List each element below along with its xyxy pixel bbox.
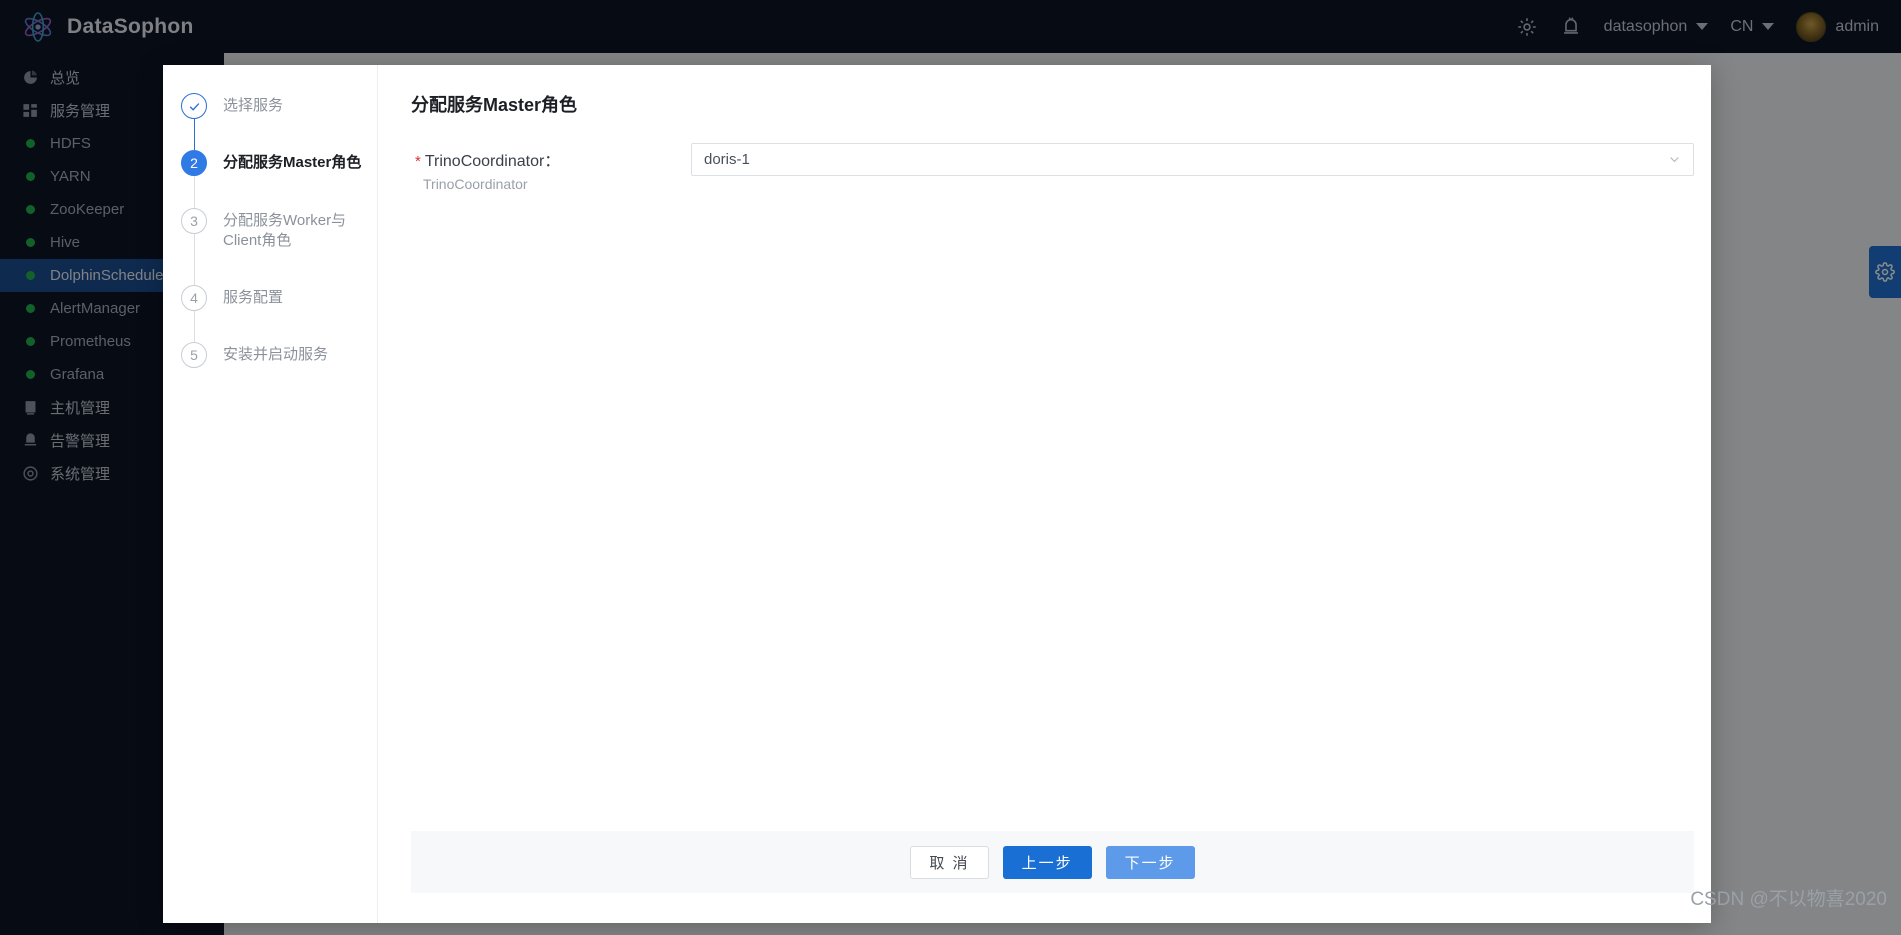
step-label: 分配服务Worker与Client角色 (223, 211, 347, 249)
dialog-footer: 取 消 上一步 下一步 (411, 831, 1694, 893)
step-bubble-check (181, 93, 207, 119)
step-label: 服务配置 (223, 289, 284, 306)
step-label: 选择服务 (223, 97, 284, 114)
select-value: doris-1 (704, 151, 750, 168)
field-label-text: TrinoCoordinator： (424, 153, 561, 170)
page-title: 分配服务Master角色 (411, 95, 578, 115)
wizard-step-2[interactable]: 2 分配服务Master角色 (181, 150, 377, 208)
step-label: 安装并启动服务 (223, 346, 329, 364)
step-rail: 3 (181, 207, 207, 285)
required-asterisk: * (415, 153, 421, 170)
previous-step-button[interactable]: 上一步 (1002, 845, 1092, 879)
step-connector (193, 119, 195, 151)
step-bubble-number: 5 (181, 342, 207, 369)
step-rail: 2 (181, 150, 207, 208)
wizard-step-1[interactable]: 选择服务 (181, 93, 377, 151)
form-label-block: * TrinoCoordinator： TrinoCoordinator (411, 143, 691, 192)
next-step-button[interactable]: 下一步 (1105, 845, 1195, 879)
wizard-step-5[interactable]: 5 安装并启动服务 (181, 342, 377, 369)
wizard-step-3[interactable]: 3 分配服务Worker与Client角色 (181, 207, 377, 285)
step-connector (193, 311, 195, 343)
field-label: * TrinoCoordinator： (415, 147, 691, 171)
step-bubble-number: 3 (181, 207, 207, 234)
app-root: 服务管理 / DS DolphinSchedulerServer堆内存 0.25… (0, 0, 1901, 935)
wizard-step-4[interactable]: 4 服务配置 (181, 285, 377, 343)
watermark: CSDN @不以物喜2020 (1690, 889, 1887, 910)
check-icon (189, 102, 199, 111)
step-bubble-number: 4 (181, 285, 207, 311)
step-connector (193, 233, 195, 285)
step-connector (193, 176, 195, 208)
step-rail: 4 (181, 285, 207, 343)
field-sublabel: TrinoCoordinator (423, 176, 528, 192)
chevron-down-icon (1670, 157, 1679, 163)
trino-coordinator-select[interactable]: doris-1 (691, 143, 1694, 176)
step-label: 分配服务Master角色 (223, 154, 362, 172)
assign-master-role-dialog: 选择服务 2 分配服务Master角色 3 分配服务Worker与Client角… (163, 65, 1711, 923)
step-bubble-number: 2 (181, 150, 207, 177)
step-rail (181, 93, 207, 151)
assign-role-form: * TrinoCoordinator： TrinoCoordinator dori… (378, 117, 1727, 831)
step-rail: 5 (181, 342, 207, 369)
dialog-panel: 分配服务Master角色 * TrinoCoordinator： TrinoCoo… (378, 65, 1727, 923)
form-row-trino-coordinator: * TrinoCoordinator： TrinoCoordinator dori… (411, 143, 1694, 192)
cancel-button[interactable]: 取 消 (910, 845, 989, 879)
wizard-step-list: 选择服务 2 分配服务Master角色 3 分配服务Worker与Client角… (163, 65, 378, 923)
